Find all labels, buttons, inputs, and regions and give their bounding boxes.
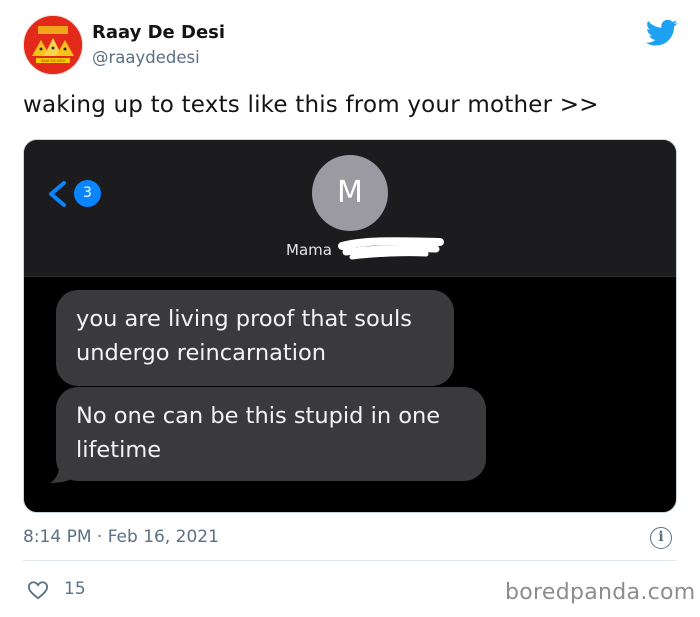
bubble-tail: [50, 456, 78, 483]
contact-name[interactable]: Mama: [286, 241, 332, 259]
tweet-text: waking up to texts like this from your m…: [23, 92, 599, 118]
messages-header: 3 M Mama: [24, 140, 676, 277]
avatar-logo-icon: RAAY DE DESI: [24, 16, 82, 74]
divider: [23, 560, 677, 561]
message-bubble[interactable]: you are living proof that souls undergo …: [56, 290, 454, 386]
author-avatar[interactable]: RAAY DE DESI: [23, 15, 83, 75]
tweet-header: RAAY DE DESI Raay De Desi @raaydedesi: [23, 15, 678, 77]
contact-avatar[interactable]: M: [312, 155, 388, 231]
author-name[interactable]: Raay De Desi: [92, 22, 225, 43]
info-icon[interactable]: i: [650, 527, 672, 549]
unread-count-badge: 3: [74, 180, 101, 207]
twitter-bird-icon[interactable]: [646, 19, 678, 47]
tweet-media[interactable]: 3 M Mama you are living proof that souls…: [23, 139, 677, 513]
avatar-text: RAAY DE DESI: [41, 59, 65, 63]
redaction-scribble: [338, 237, 444, 260]
tweet-timestamp[interactable]: 8:14 PM · Feb 16, 2021: [23, 527, 219, 547]
like-count: 15: [64, 579, 86, 599]
author-handle[interactable]: @raaydedesi: [92, 48, 200, 67]
watermark: boredpanda.com: [505, 580, 696, 605]
heart-icon[interactable]: [27, 580, 49, 600]
message-bubble[interactable]: No one can be this stupid in one lifetim…: [56, 387, 486, 481]
